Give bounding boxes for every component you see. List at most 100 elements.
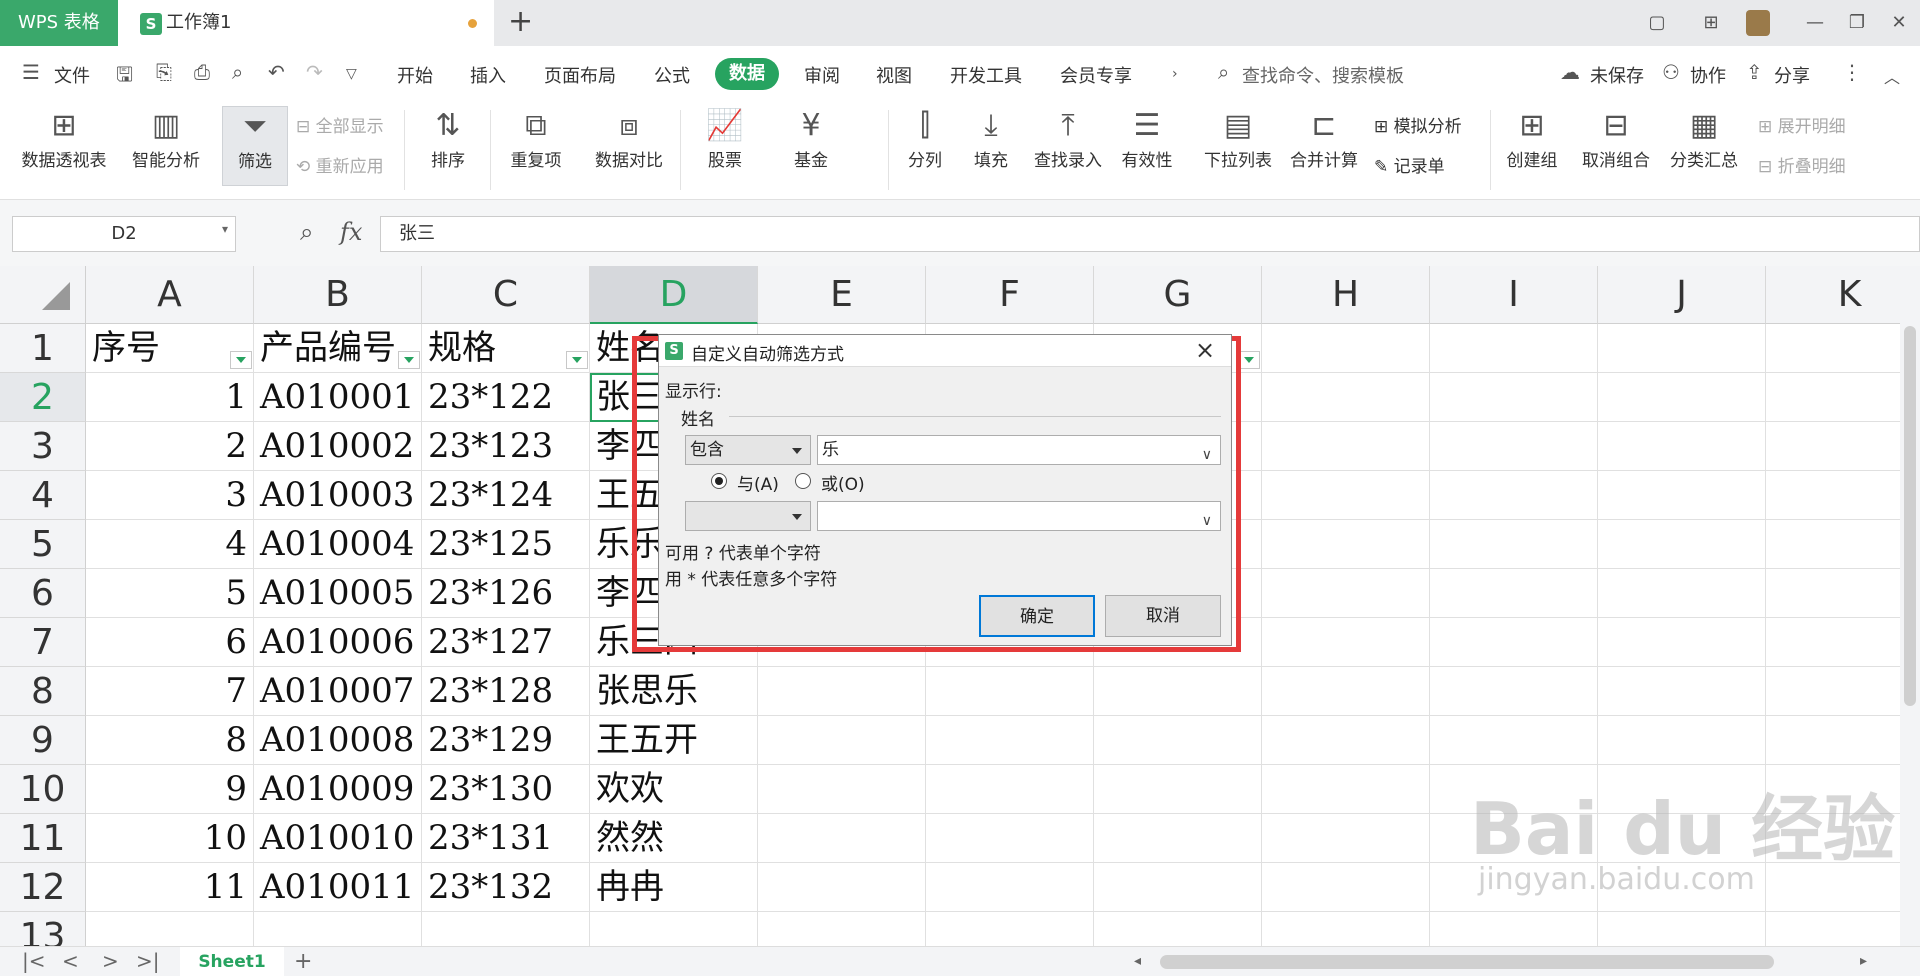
row-header-1[interactable]: 1 [0,324,86,373]
vertical-scrollbar[interactable] [1900,266,1920,946]
last-sheet-icon[interactable]: >| [136,949,160,973]
dialog-title-bar[interactable]: S 自定义自动筛选方式 × [659,335,1231,367]
collapse-ribbon-icon[interactable]: ︿ [1884,64,1900,88]
data-cell[interactable]: 冉冉 [590,863,758,912]
preview-icon[interactable]: ⌕ [232,60,243,84]
cell[interactable] [1430,324,1598,373]
cell[interactable] [1262,373,1430,422]
duplicates-button[interactable]: ⧉ 重复项 [500,106,572,171]
cell[interactable] [758,765,926,814]
condition2-operator-select[interactable] [685,501,811,531]
cell[interactable] [1262,814,1430,863]
header-cell-1[interactable]: 产品编号 [254,324,422,373]
cell[interactable] [1598,471,1766,520]
chevron-down-icon[interactable]: ∨ [1202,441,1212,469]
sort-button[interactable]: ⇅ 排序 [418,106,478,171]
row-header-2[interactable]: 2 [0,373,86,422]
cell[interactable] [1598,324,1766,373]
cell[interactable] [1262,618,1430,667]
cell[interactable] [86,912,254,946]
cell[interactable] [1766,667,1900,716]
column-header-j[interactable]: J [1598,266,1766,324]
data-cell[interactable]: 2 [86,422,254,471]
scroll-left-icon[interactable]: ◂ [1134,953,1141,969]
data-cell[interactable]: 9 [86,765,254,814]
column-header-e[interactable]: E [758,266,926,324]
data-cell[interactable]: 然然 [590,814,758,863]
cell[interactable] [1094,814,1262,863]
filter-dropdown-icon[interactable] [398,351,420,369]
cell[interactable] [1598,618,1766,667]
stock-button[interactable]: 📈 股票 [690,106,760,171]
collapse-detail-button[interactable]: ⊟ 折叠明细 [1758,152,1846,177]
close-window-icon[interactable]: ✕ [1884,10,1914,36]
quick-more-icon[interactable]: ▽ [346,66,357,82]
cell[interactable] [1430,569,1598,618]
column-header-c[interactable]: C [422,266,590,324]
data-cell[interactable]: 6 [86,618,254,667]
cell[interactable] [1262,863,1430,912]
cell[interactable] [1430,520,1598,569]
filter-button[interactable]: ⏷ 筛选 [222,106,288,186]
cancel-button[interactable]: 取消 [1105,595,1221,637]
cell[interactable] [758,716,926,765]
cell[interactable] [758,814,926,863]
add-sheet-button[interactable]: + [294,949,312,974]
condition1-value-input[interactable]: 乐 ∨ [817,435,1221,465]
data-cell[interactable]: 23*126 [422,569,590,618]
cell[interactable] [926,765,1094,814]
cell[interactable] [1262,422,1430,471]
cell[interactable] [1262,520,1430,569]
column-header-d[interactable]: D [590,266,758,324]
cell[interactable] [926,814,1094,863]
data-cell[interactable]: 王五开 [590,716,758,765]
horizontal-scroll-thumb[interactable] [1160,955,1774,969]
pivot-table-button[interactable]: ⊞ 数据透视表 [14,106,114,171]
data-cell[interactable]: 23*131 [422,814,590,863]
tab-insert[interactable]: 插入 [470,62,506,88]
cell[interactable] [1430,618,1598,667]
row-header-4[interactable]: 4 [0,471,86,520]
row-header-7[interactable]: 7 [0,618,86,667]
column-header-k[interactable]: K [1766,266,1900,324]
condition2-value-input[interactable]: ∨ [817,501,1221,531]
data-cell[interactable]: A010008 [254,716,422,765]
row-header-3[interactable]: 3 [0,422,86,471]
filter-dropdown-icon[interactable] [1238,351,1260,369]
cell[interactable] [1094,863,1262,912]
column-header-h[interactable]: H [1262,266,1430,324]
save-icon[interactable]: 🖫 [116,60,133,94]
row-header-8[interactable]: 8 [0,667,86,716]
cell[interactable] [1598,912,1766,946]
cell[interactable] [254,912,422,946]
cell[interactable] [1262,569,1430,618]
data-cell[interactable]: A010002 [254,422,422,471]
row-header-6[interactable]: 6 [0,569,86,618]
more-options-icon[interactable]: ⋮ [1842,60,1862,84]
cell[interactable] [1598,716,1766,765]
sheet-tab-sheet1[interactable]: Sheet1 [180,947,284,977]
cell[interactable] [758,667,926,716]
data-cell[interactable]: 3 [86,471,254,520]
cell[interactable] [1766,520,1900,569]
and-radio[interactable] [711,473,727,489]
data-cell[interactable]: 欢欢 [590,765,758,814]
vertical-scroll-thumb[interactable] [1904,326,1916,706]
fund-button[interactable]: ¥ 基金 [776,106,846,171]
filter-dropdown-icon[interactable] [230,351,252,369]
filter-dropdown-icon[interactable] [566,351,588,369]
unsaved-status[interactable]: 未保存 [1590,62,1644,88]
header-cell-2[interactable]: 规格 [422,324,590,373]
tab-developer[interactable]: 开发工具 [950,62,1022,88]
cell[interactable] [1430,716,1598,765]
cell[interactable] [1094,765,1262,814]
restore-icon[interactable]: ❐ [1842,10,1872,36]
validity-button[interactable]: ☰ 有效性 [1116,106,1178,171]
record-form-button[interactable]: ✎ 记录单 [1374,152,1445,177]
data-cell[interactable]: 10 [86,814,254,863]
cell[interactable] [1430,471,1598,520]
data-cell[interactable]: 23*122 [422,373,590,422]
redo-icon[interactable]: ↷ [306,60,323,84]
consolidate-button[interactable]: ⊏ 合并计算 [1286,106,1362,171]
tab-view[interactable]: 视图 [876,62,912,88]
